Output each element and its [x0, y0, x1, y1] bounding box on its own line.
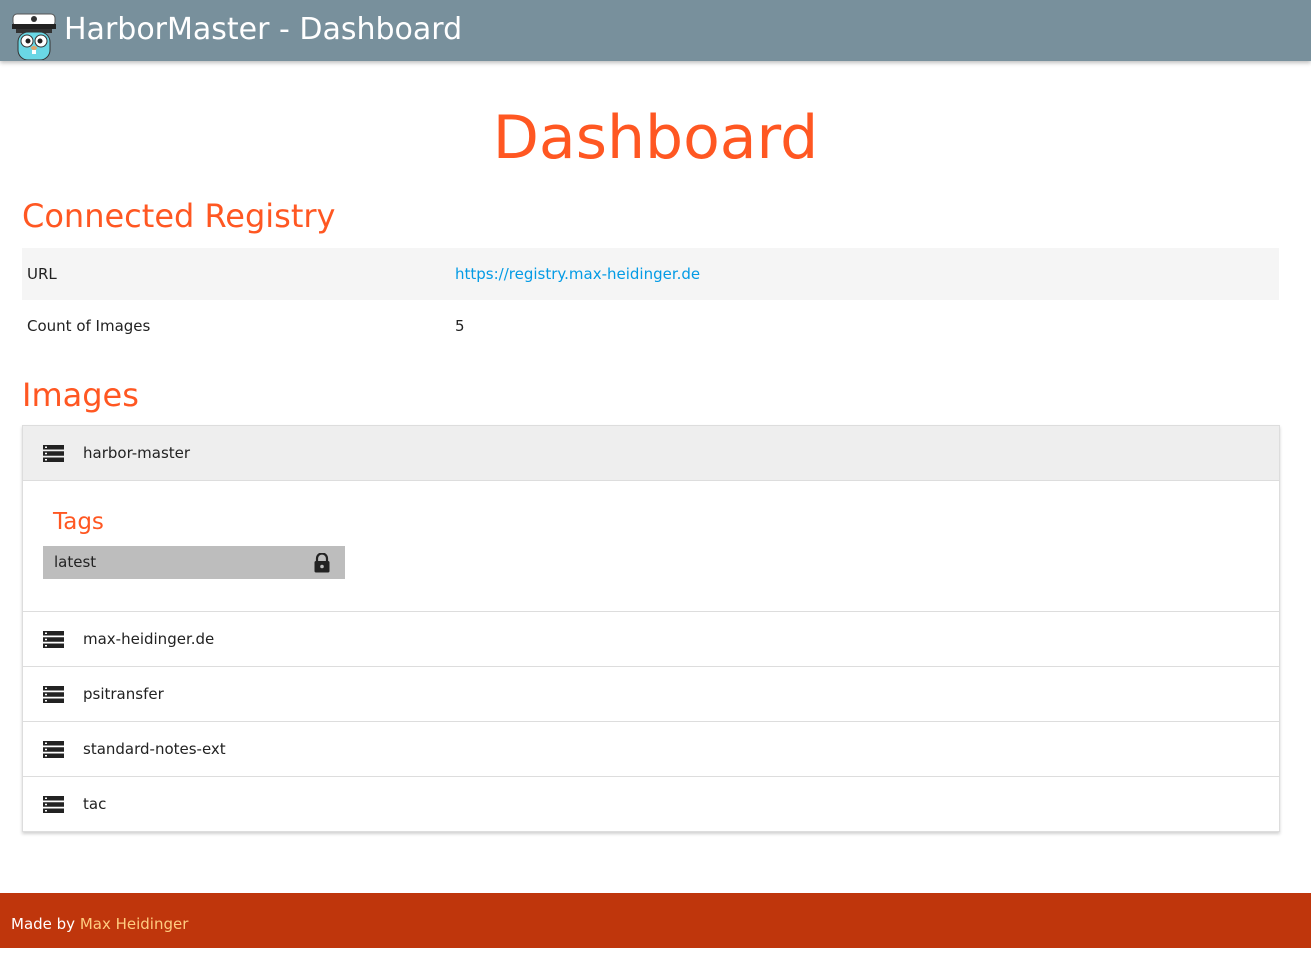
gopher-captain-logo[interactable] — [10, 6, 58, 60]
image-item-tac[interactable]: tac — [23, 777, 1279, 831]
image-name: max-heidinger.de — [83, 630, 215, 648]
lock-icon — [314, 553, 330, 573]
table-row: Count of Images 5 — [22, 300, 1279, 352]
footer-credit-prefix: Made by — [11, 915, 80, 933]
storage-icon — [43, 741, 64, 758]
image-item-standard-notes-ext[interactable]: standard-notes-ext — [23, 722, 1279, 777]
image-count-key: Count of Images — [27, 317, 151, 335]
images-heading: Images — [22, 376, 139, 414]
storage-icon — [43, 445, 64, 462]
storage-icon — [43, 686, 64, 703]
registry-url-key: URL — [27, 265, 57, 283]
images-list: harbor-master Tags latest max-heidinger.… — [22, 425, 1280, 832]
footer: Made by Max Heidinger — [0, 893, 1311, 948]
image-count-value: 5 — [455, 317, 465, 335]
image-details-panel: Tags latest — [23, 481, 1279, 612]
connected-registry-heading: Connected Registry — [22, 197, 336, 235]
registry-table: URL https://registry.max-heidinger.de Co… — [22, 248, 1279, 352]
image-item-harbor-master[interactable]: harbor-master — [23, 426, 1279, 481]
storage-icon — [43, 796, 64, 813]
page-title: Dashboard — [492, 103, 819, 173]
navbar: HarborMaster - Dashboard — [0, 0, 1311, 61]
tag-chip-latest[interactable]: latest — [43, 546, 345, 579]
table-row: URL https://registry.max-heidinger.de — [22, 248, 1279, 300]
registry-url-link[interactable]: https://registry.max-heidinger.de — [455, 265, 700, 283]
tag-name: latest — [54, 553, 97, 571]
image-name: harbor-master — [83, 444, 191, 462]
tags-heading: Tags — [53, 509, 104, 535]
image-name: tac — [83, 795, 107, 813]
image-item-max-heidinger-de[interactable]: max-heidinger.de — [23, 612, 1279, 667]
author-link[interactable]: Max Heidinger — [80, 915, 189, 933]
storage-icon — [43, 631, 64, 648]
image-name: standard-notes-ext — [83, 740, 226, 758]
image-item-psitransfer[interactable]: psitransfer — [23, 667, 1279, 722]
image-name: psitransfer — [83, 685, 164, 703]
app-title[interactable]: HarborMaster - Dashboard — [64, 10, 462, 50]
